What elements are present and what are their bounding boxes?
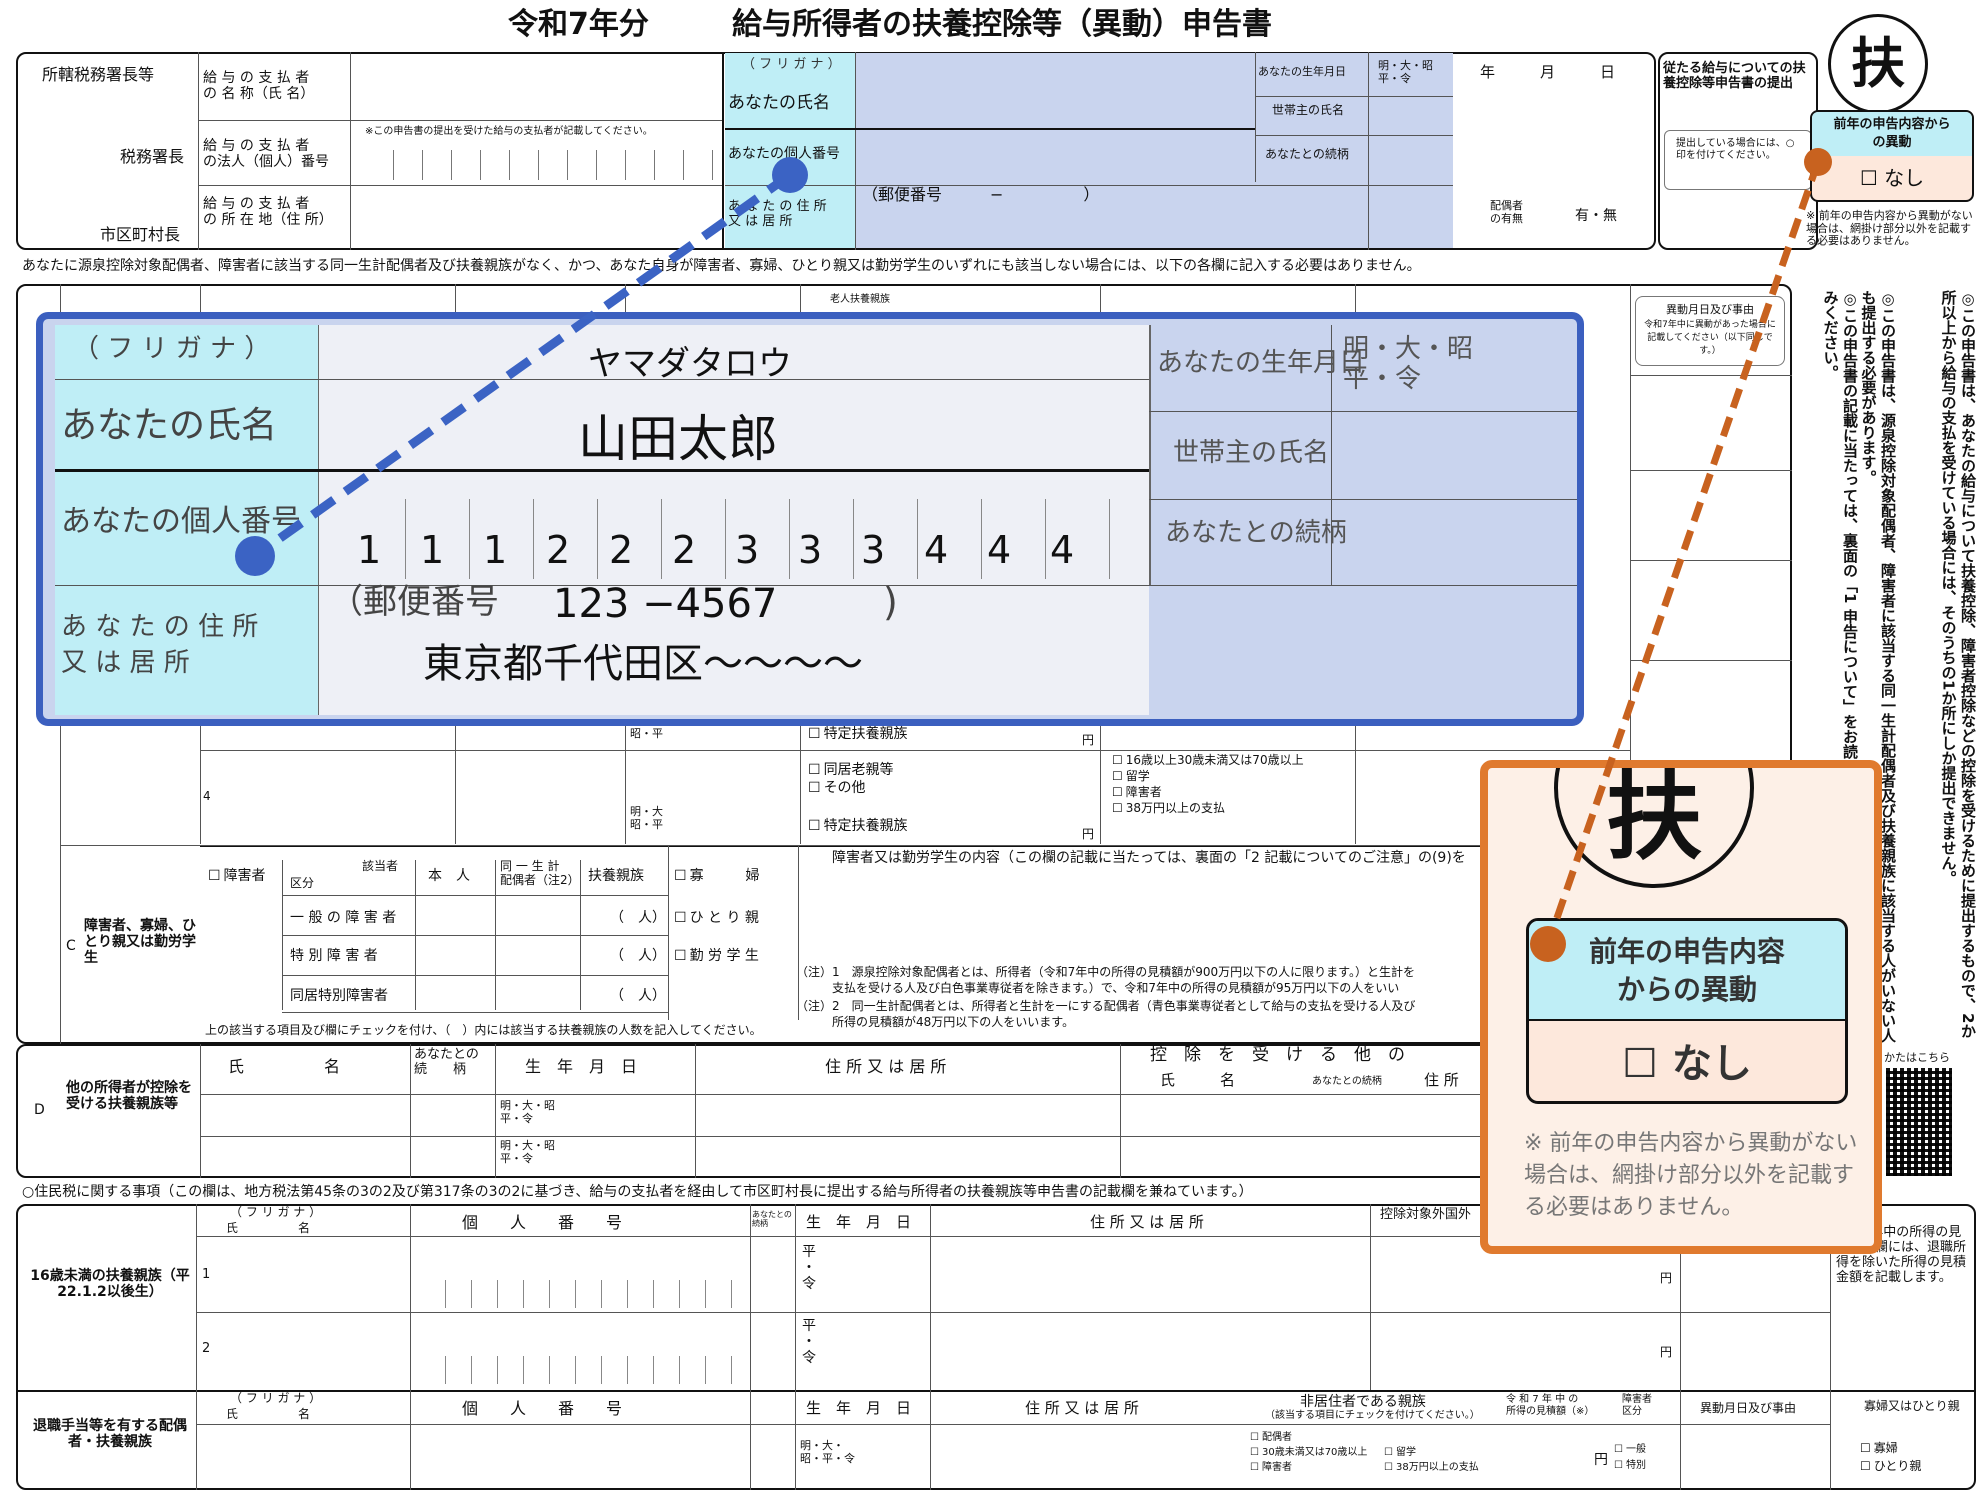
callout-connectors [235,148,1832,962]
blue-dot-start [772,157,808,193]
orange-dot-start [1804,148,1832,176]
blue-dot-end [235,536,275,576]
orange-connector-line [1544,160,1822,946]
blue-connector-line [252,171,793,560]
orange-dot-end [1530,926,1566,962]
